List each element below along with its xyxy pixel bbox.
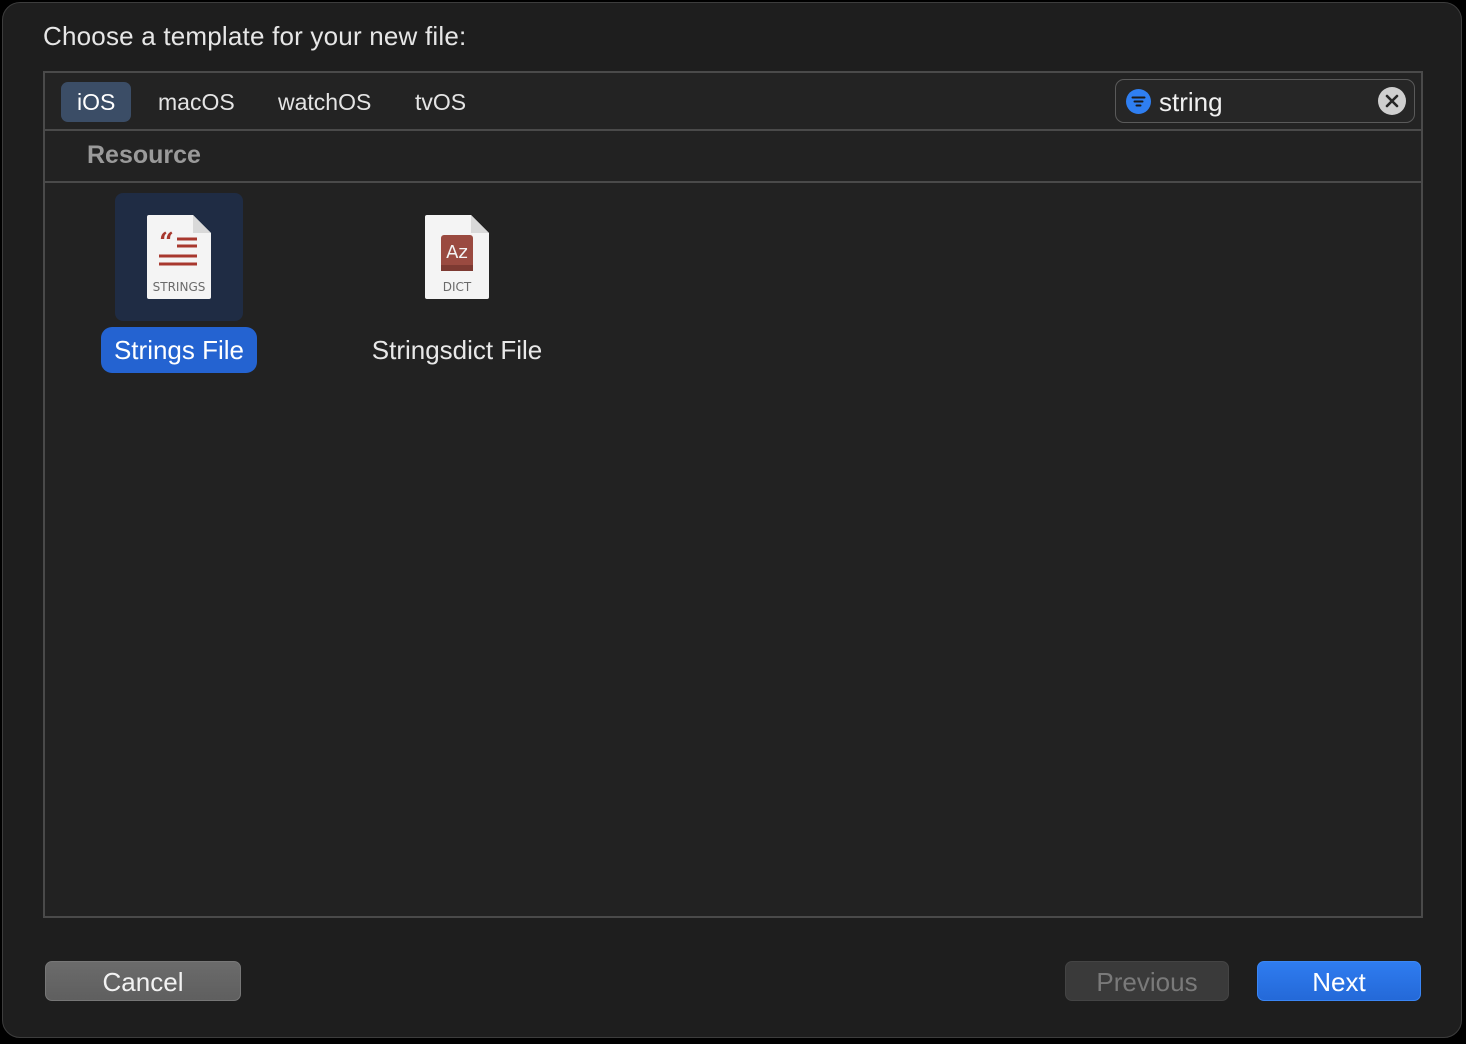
svg-text:“: “: [159, 228, 174, 258]
tab-macos[interactable]: macOS: [142, 82, 251, 122]
stringsdict-badge: DICT: [443, 280, 472, 294]
template-label-strings-file: Strings File: [100, 327, 258, 373]
strings-file-icon: “ STRINGS: [147, 215, 211, 304]
stringsdict-file-icon: Az DICT: [425, 215, 489, 304]
platform-tab-bar: iOS macOS watchOS tvOS string: [45, 73, 1421, 131]
section-title: Resource: [87, 141, 201, 169]
template-icon-container: Az DICT: [393, 193, 521, 321]
template-search-field[interactable]: string: [1115, 79, 1415, 123]
template-strings-file[interactable]: “ STRINGS Strings File: [64, 193, 294, 393]
template-label-stringsdict-file: Stringsdict File: [371, 335, 543, 365]
next-button[interactable]: Next: [1257, 961, 1421, 1001]
template-icon-container: “ STRINGS: [115, 193, 243, 321]
dialog-prompt: Choose a template for your new file:: [43, 21, 467, 51]
filter-icon[interactable]: [1126, 89, 1151, 114]
clear-circle-x-icon[interactable]: [1378, 87, 1406, 115]
template-caption: Stringsdict File: [342, 327, 572, 373]
section-header-resource: Resource: [45, 131, 1421, 183]
new-file-template-dialog: Choose a template for your new file: iOS…: [2, 2, 1462, 1038]
strings-badge: STRINGS: [153, 280, 206, 294]
tab-tvos[interactable]: tvOS: [399, 82, 482, 122]
template-caption: Strings File: [64, 327, 294, 373]
template-chooser-panel: iOS macOS watchOS tvOS string Resource “…: [43, 71, 1423, 918]
tab-ios[interactable]: iOS: [61, 82, 132, 122]
template-stringsdict-file[interactable]: Az DICT Stringsdict File: [342, 193, 572, 393]
cancel-button[interactable]: Cancel: [45, 961, 241, 1001]
search-input[interactable]: string: [1159, 86, 1359, 118]
tab-watchos[interactable]: watchOS: [262, 82, 387, 122]
previous-button[interactable]: Previous: [1065, 961, 1229, 1001]
stringsdict-glyph: Az: [446, 242, 468, 263]
